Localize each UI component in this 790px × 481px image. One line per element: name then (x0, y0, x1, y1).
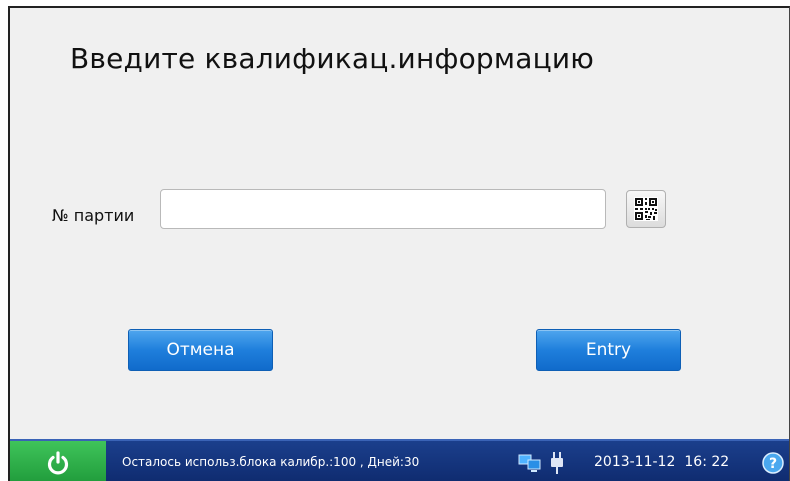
lot-number-label: № партии (52, 206, 135, 225)
date-text: 2013-11-12 (594, 454, 676, 470)
lot-number-input[interactable] (160, 189, 606, 229)
date-time: 2013-11-12 16: 22 (594, 454, 729, 470)
entry-button[interactable]: Entry (536, 329, 681, 371)
help-icon[interactable]: ? (762, 452, 784, 474)
power-plug-icon (551, 452, 563, 474)
page-title: Введите квалификац.информацию (69, 42, 595, 75)
calibration-status-text: Осталось использ.блока калибр.:100 , Дне… (122, 455, 420, 469)
cancel-button[interactable]: Отмена (128, 329, 273, 371)
power-button[interactable] (10, 441, 106, 481)
svg-text:?: ? (769, 456, 777, 472)
qr-code-icon (634, 197, 658, 221)
status-bar: Осталось использ.блока калибр.:100 , Дне… (10, 439, 789, 481)
app-screen: Введите квалификац.информацию № партии О… (8, 6, 790, 481)
power-icon (47, 451, 69, 475)
network-icon (518, 454, 541, 472)
qr-scan-button[interactable] (626, 190, 666, 228)
time-text: 16: 22 (684, 454, 730, 470)
